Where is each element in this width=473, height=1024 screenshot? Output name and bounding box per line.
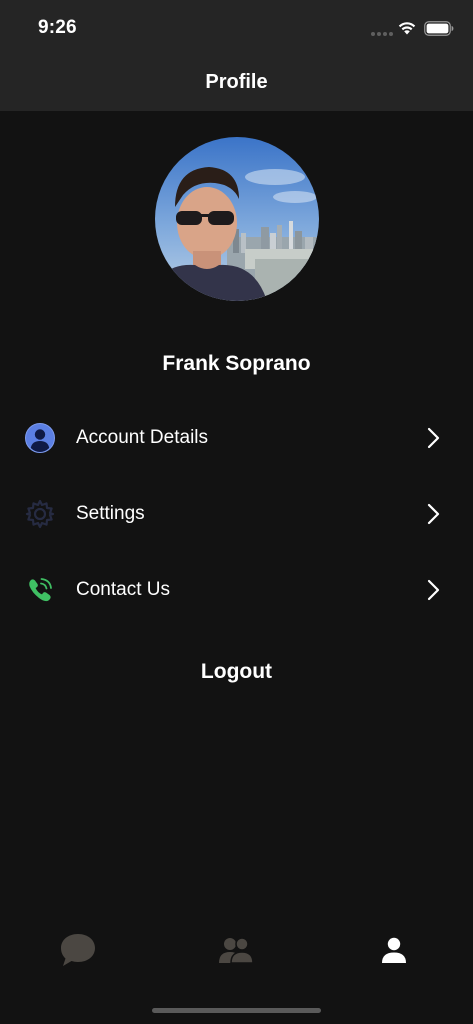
- user-circle-icon: [25, 423, 55, 453]
- tab-contacts[interactable]: [206, 925, 266, 975]
- user-name: Frank Soprano: [162, 352, 311, 375]
- chat-bubble-icon: [61, 934, 95, 966]
- avatar-photo: [155, 137, 319, 301]
- status-time: 9:26: [38, 17, 77, 38]
- cellular-signal-icon: [371, 32, 393, 36]
- battery-icon: [424, 21, 454, 36]
- menu-item-label: Contact Us: [76, 579, 170, 600]
- logout-button[interactable]: Logout: [0, 660, 473, 684]
- chevron-right-icon: [427, 579, 440, 601]
- tab-chats[interactable]: [48, 925, 108, 975]
- gear-icon: [25, 499, 55, 529]
- people-icon: [219, 937, 254, 964]
- menu-item-label: Settings: [76, 503, 145, 524]
- phone-ringing-icon: [29, 578, 52, 602]
- chevron-right-icon: [427, 503, 440, 525]
- menu-item-settings[interactable]: Settings: [0, 484, 473, 544]
- chevron-right-icon: [427, 427, 440, 449]
- page-title: Profile: [205, 71, 268, 93]
- home-indicator[interactable]: [152, 1008, 321, 1013]
- person-icon: [382, 937, 406, 963]
- top-bar: 9:26 Profile: [0, 0, 473, 111]
- wifi-icon: [398, 22, 416, 35]
- profile-screen: 9:26 Profile Frank Soprano Account Detai…: [0, 0, 473, 1024]
- tab-profile[interactable]: [364, 925, 424, 975]
- menu-item-label: Account Details: [76, 427, 209, 448]
- menu-item-account-details[interactable]: Account Details: [0, 408, 473, 468]
- avatar[interactable]: [155, 137, 319, 301]
- menu-item-contact-us[interactable]: Contact Us: [0, 560, 473, 620]
